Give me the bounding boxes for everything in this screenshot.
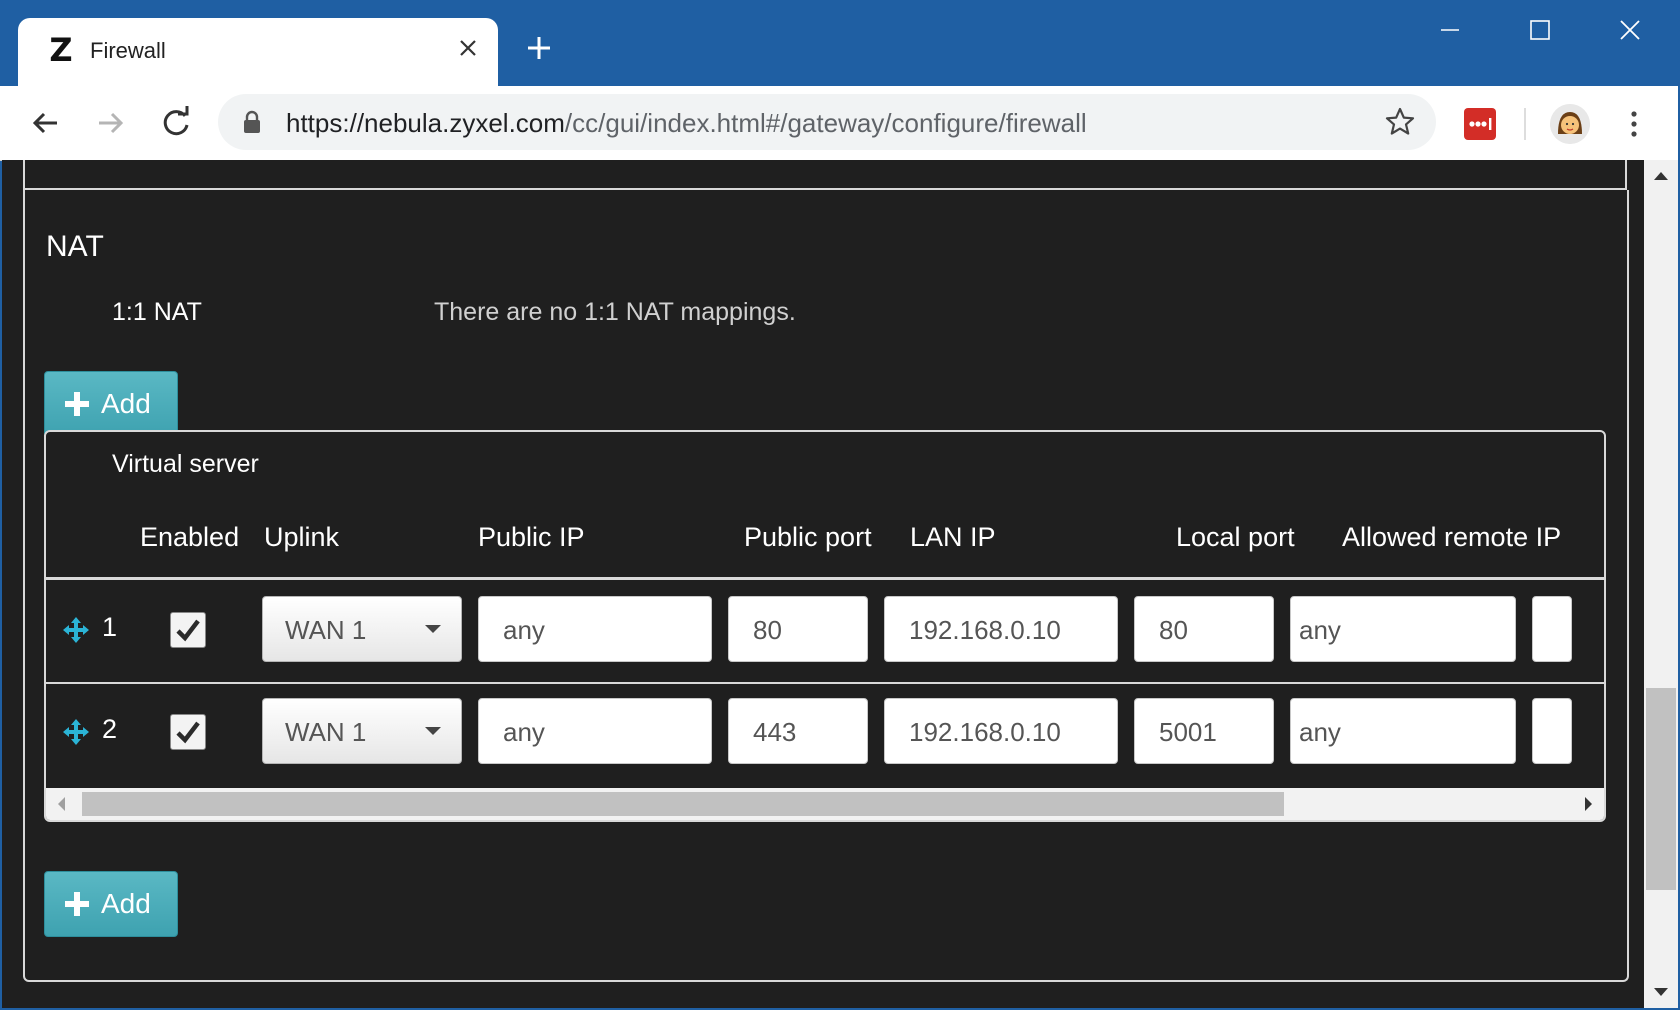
add-one-to-one-nat-button[interactable]: Add [44, 371, 178, 437]
page-content: NAT 1:1 NAT There are no 1:1 NAT mapping… [2, 160, 1644, 1008]
scrollbar-thumb[interactable] [1646, 688, 1676, 890]
row-number: 1 [102, 612, 118, 642]
next-column-input[interactable] [1532, 596, 1572, 662]
lan-ip-input[interactable]: 192.168.0.10 [884, 596, 1118, 662]
next-column-input[interactable] [1532, 698, 1572, 764]
column-header-public-port: Public port [744, 522, 872, 552]
uplink-value: WAN 1 [285, 615, 367, 645]
allowed-remote-ip-value: any [1299, 615, 1341, 645]
scroll-up-icon[interactable] [1654, 172, 1668, 180]
virtual-server-title: Virtual server [112, 450, 259, 478]
reload-icon[interactable] [154, 101, 198, 145]
minimize-icon[interactable] [1420, 10, 1480, 54]
checkmark-icon [176, 721, 200, 744]
scrollbar-thumb[interactable] [82, 792, 1284, 816]
add-virtual-server-button[interactable]: Add [44, 871, 178, 937]
nat-heading: NAT [46, 230, 104, 263]
add-button-label: Add [101, 388, 151, 419]
column-header-local-port: Local port [1176, 522, 1295, 552]
url-path: /cc/gui/index.html#/gateway/configure/fi… [564, 108, 1087, 138]
public-port-value: 443 [753, 717, 797, 747]
zyxel-logo-icon: Z [49, 31, 73, 69]
scroll-right-icon[interactable] [1585, 797, 1592, 811]
public-ip-input[interactable]: any [478, 698, 712, 764]
table-row: 2 WAN 1 any 443 192.168.0.10 5001 any [46, 682, 1604, 782]
virtual-server-table: Virtual server Enabled Uplink Public IP … [44, 430, 1606, 822]
close-tab-icon[interactable] [458, 32, 478, 66]
url-host: https://nebula.zyxel.com [286, 108, 565, 138]
toolbar-separator [1524, 108, 1526, 140]
allowed-remote-ip-input[interactable]: any [1290, 698, 1516, 764]
panel-border [1625, 160, 1627, 190]
column-header-public-ip: Public IP [478, 522, 585, 552]
forward-icon[interactable] [88, 101, 132, 145]
back-icon[interactable] [24, 101, 68, 145]
horizontal-scrollbar[interactable] [46, 788, 1604, 820]
uplink-select[interactable]: WAN 1 [262, 698, 462, 764]
lock-icon [242, 110, 262, 134]
public-ip-value: any [503, 717, 545, 747]
move-icon[interactable] [62, 616, 90, 644]
dropdown-caret-icon [425, 727, 441, 735]
column-header-lan-ip: LAN IP [910, 522, 996, 552]
allowed-remote-ip-input[interactable]: any [1290, 596, 1516, 662]
public-port-value: 80 [753, 615, 782, 645]
star-icon[interactable] [1384, 106, 1416, 138]
one-to-one-nat-status: There are no 1:1 NAT mappings. [434, 298, 796, 326]
avatar-icon[interactable] [1550, 104, 1590, 144]
enabled-checkbox[interactable] [170, 612, 206, 648]
one-to-one-nat-label: 1:1 NAT [112, 298, 202, 326]
browser-titlebar: Z Firewall [0, 0, 1680, 86]
local-port-input[interactable]: 80 [1134, 596, 1274, 662]
add-button-label: Add [101, 888, 151, 919]
public-port-input[interactable]: 80 [728, 596, 868, 662]
scroll-down-icon[interactable] [1654, 988, 1668, 996]
menu-icon[interactable] [1622, 104, 1646, 144]
public-port-input[interactable]: 443 [728, 698, 868, 764]
uplink-value: WAN 1 [285, 717, 367, 747]
address-bar[interactable]: https://nebula.zyxel.com/cc/gui/index.ht… [218, 94, 1436, 150]
lan-ip-input[interactable]: 192.168.0.10 [884, 698, 1118, 764]
column-header-uplink: Uplink [264, 522, 340, 552]
browser-toolbar: https://nebula.zyxel.com/cc/gui/index.ht… [0, 86, 1680, 161]
lastpass-icon[interactable] [1464, 108, 1496, 140]
column-header-enabled: Enabled [140, 522, 240, 552]
local-port-value: 80 [1159, 615, 1188, 645]
maximize-icon[interactable] [1510, 10, 1570, 54]
vertical-scrollbar[interactable] [1644, 160, 1678, 1008]
uplink-select[interactable]: WAN 1 [262, 596, 462, 662]
tab-title: Firewall [90, 38, 166, 63]
close-window-icon[interactable] [1600, 10, 1660, 54]
row-number: 2 [102, 714, 118, 744]
checkmark-icon [176, 619, 200, 642]
local-port-input[interactable]: 5001 [1134, 698, 1274, 764]
lan-ip-value: 192.168.0.10 [909, 717, 1061, 747]
allowed-remote-ip-value: any [1299, 717, 1341, 747]
panel-border [23, 160, 25, 190]
lan-ip-value: 192.168.0.10 [909, 615, 1061, 645]
browser-tab[interactable]: Z Firewall [18, 18, 498, 86]
public-ip-value: any [503, 615, 545, 645]
plus-icon [63, 390, 91, 418]
plus-icon [63, 890, 91, 918]
dropdown-caret-icon [425, 625, 441, 633]
url-text: https://nebula.zyxel.com/cc/gui/index.ht… [286, 108, 1087, 139]
move-icon[interactable] [62, 718, 90, 746]
public-ip-input[interactable]: any [478, 596, 712, 662]
scroll-left-icon[interactable] [58, 797, 65, 811]
table-row: 1 WAN 1 any 80 192.168.0.10 80 any [46, 580, 1604, 680]
new-tab-icon[interactable] [526, 28, 552, 68]
enabled-checkbox[interactable] [170, 714, 206, 750]
local-port-value: 5001 [1159, 717, 1217, 747]
column-header-allowed-remote-ip: Allowed remote IP [1342, 522, 1562, 552]
